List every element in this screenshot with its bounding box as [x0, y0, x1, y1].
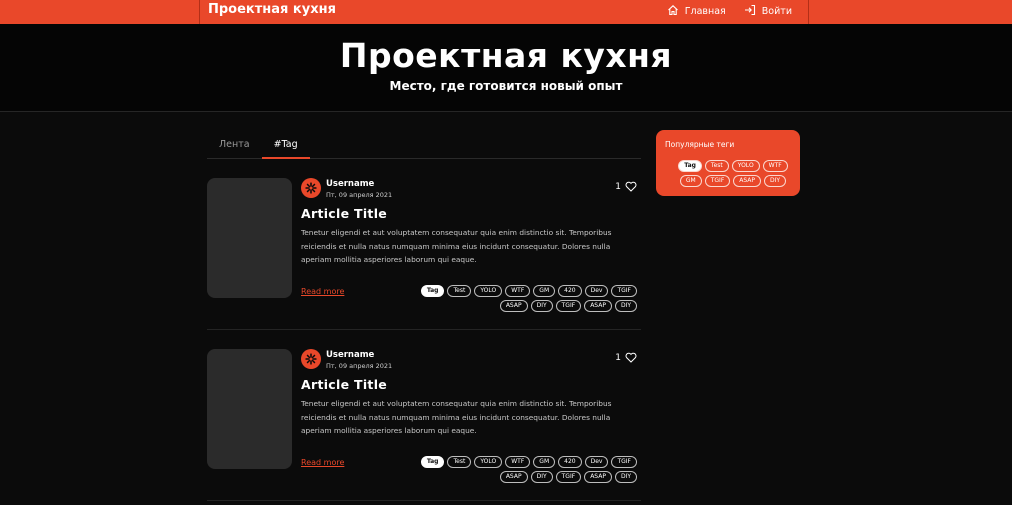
tag-chip[interactable]: TGIF	[611, 285, 637, 297]
article-title[interactable]: Article Title	[301, 206, 387, 221]
hero-banner: Проектная кухня Место, где готовится нов…	[0, 24, 1012, 112]
heart-icon	[625, 181, 637, 192]
popular-tags-card: Популярные теги Tag Test YOLO WTF GM TGI…	[656, 130, 800, 196]
tag-chip[interactable]: DIY	[614, 300, 637, 312]
tag-chip[interactable]: 420	[558, 456, 582, 468]
article-tags: Tag Test YOLO WTF GM 420 Dev TGIF ASAP D…	[393, 285, 637, 312]
article-tags: Tag Test YOLO WTF GM 420 Dev TGIF ASAP D…	[393, 456, 637, 483]
tab-tag[interactable]: #Tag	[261, 129, 310, 159]
tag-chip[interactable]: Tag	[420, 456, 445, 468]
tag-chip[interactable]: Tag	[420, 285, 445, 297]
article-image[interactable]	[207, 349, 292, 469]
article-excerpt: Tenetur eligendi et aut voluptatem conse…	[301, 228, 612, 264]
tag-chip[interactable]: GM	[533, 285, 556, 297]
popular-tag-chip[interactable]: WTF	[762, 160, 788, 172]
article-image[interactable]	[207, 178, 292, 298]
article-excerpt: Tenetur eligendi et aut voluptatem conse…	[301, 399, 612, 435]
popular-tag-chip[interactable]: Tag	[678, 160, 702, 172]
avatar[interactable]	[301, 178, 321, 198]
login-icon	[744, 4, 756, 19]
nav-home-link[interactable]: Главная	[667, 4, 726, 19]
tag-chip[interactable]: Dev	[584, 285, 609, 297]
popular-tag-chip[interactable]: ASAP	[733, 175, 762, 187]
article-card: Username Пт, 09 апреля 2021 1 Article Ti…	[207, 343, 641, 501]
tab-feed[interactable]: Лента	[207, 129, 262, 159]
nav-login-link[interactable]: Войти	[744, 4, 792, 19]
top-nav: Главная Войти	[667, 4, 792, 19]
tag-chip[interactable]: Dev	[584, 456, 609, 468]
like-count: 1	[615, 181, 621, 192]
tag-chip[interactable]: TGIF	[555, 300, 582, 312]
top-bar-container: Проектная кухня Главная Войти	[199, 0, 809, 24]
author-username[interactable]: Username	[326, 179, 374, 189]
tag-chip[interactable]: ASAP	[499, 471, 528, 483]
popular-tags-list: Tag Test YOLO WTF GM TGIF ASAP DIY	[670, 160, 796, 187]
tag-chip[interactable]: YOLO	[474, 285, 503, 297]
tag-chip[interactable]: WTF	[505, 456, 531, 468]
popular-tag-chip[interactable]: YOLO	[731, 160, 760, 172]
asterisk-icon	[305, 182, 317, 194]
page-title: Проектная кухня	[339, 36, 673, 75]
nav-login-label: Войти	[761, 6, 792, 17]
tag-chip[interactable]: YOLO	[474, 456, 503, 468]
popular-tag-chip[interactable]: TGIF	[704, 175, 731, 187]
home-icon	[667, 4, 679, 19]
article-card: Username Пт, 09 апреля 2021 1 Article Ti…	[207, 172, 641, 330]
like-button[interactable]: 1	[615, 352, 637, 363]
tag-chip[interactable]: GM	[533, 456, 556, 468]
brand-logo[interactable]: Проектная кухня	[208, 2, 336, 17]
tag-chip[interactable]: DIY	[530, 300, 553, 312]
like-button[interactable]: 1	[615, 181, 637, 192]
author-username[interactable]: Username	[326, 350, 374, 360]
popular-tag-chip[interactable]: DIY	[764, 175, 787, 187]
popular-tags-title: Популярные теги	[665, 140, 735, 149]
tag-chip[interactable]: ASAP	[584, 471, 612, 483]
read-more-link[interactable]: Read more	[301, 458, 344, 467]
tag-chip[interactable]: TGIF	[555, 471, 582, 483]
tag-chip[interactable]: DIY	[530, 471, 553, 483]
asterisk-icon	[305, 353, 317, 365]
page-subtitle: Место, где готовится новый опыт	[389, 79, 623, 93]
popular-tag-chip[interactable]: GM	[679, 175, 702, 187]
nav-home-label: Главная	[684, 6, 726, 17]
tag-chip[interactable]: WTF	[505, 285, 531, 297]
top-bar: Проектная кухня Главная Войти	[0, 0, 1012, 24]
tag-chip[interactable]: DIY	[614, 471, 637, 483]
post-date: Пт, 09 апреля 2021	[326, 362, 393, 370]
article-title[interactable]: Article Title	[301, 377, 387, 392]
post-date: Пт, 09 апреля 2021	[326, 191, 393, 199]
tag-chip[interactable]: ASAP	[499, 300, 528, 312]
feed-tabs: Лента #Tag	[207, 129, 641, 159]
tag-chip[interactable]: TGIF	[611, 456, 637, 468]
tag-chip[interactable]: Test	[447, 285, 472, 297]
read-more-link[interactable]: Read more	[301, 287, 344, 296]
tag-chip[interactable]: Test	[447, 456, 472, 468]
tag-chip[interactable]: 420	[558, 285, 582, 297]
tag-chip[interactable]: ASAP	[584, 300, 612, 312]
like-count: 1	[615, 352, 621, 363]
heart-icon	[625, 352, 637, 363]
popular-tag-chip[interactable]: Test	[704, 160, 729, 172]
avatar[interactable]	[301, 349, 321, 369]
